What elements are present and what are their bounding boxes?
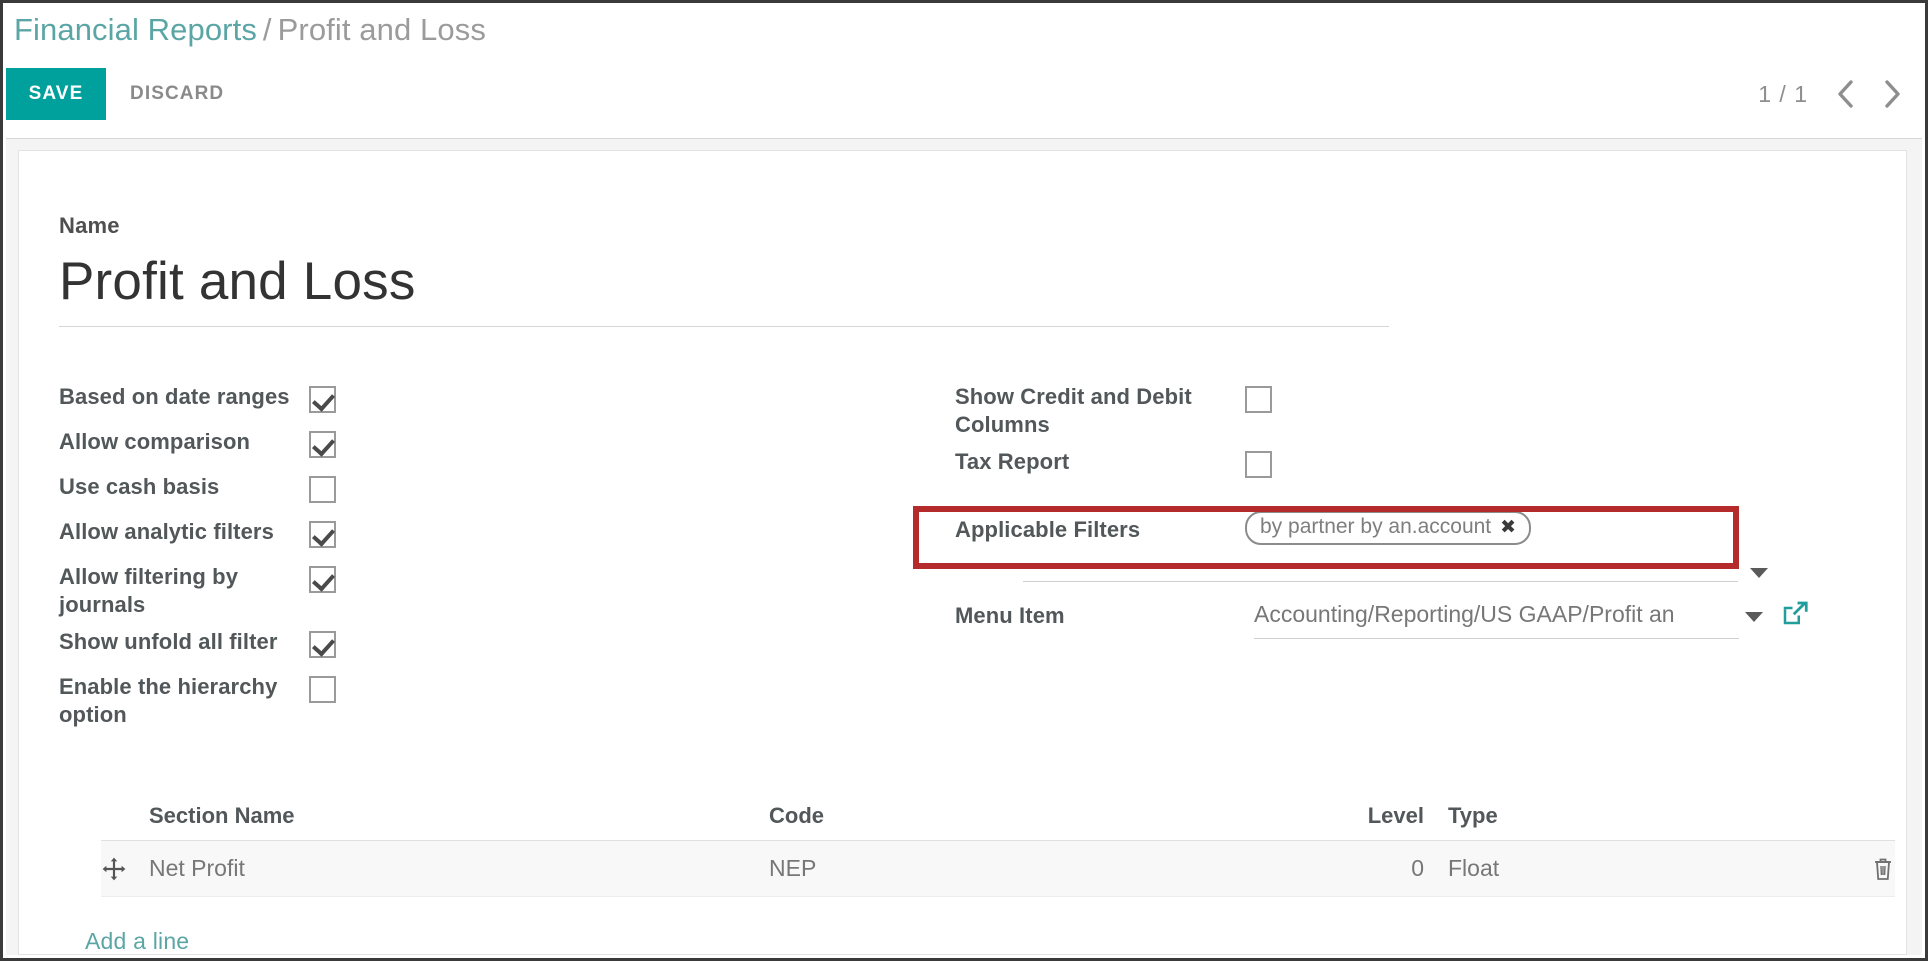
field-label: Tax Report (955, 449, 1070, 475)
checkbox-based-on-date-ranges[interactable] (309, 386, 336, 413)
cell-level[interactable]: 0 (1299, 855, 1448, 882)
field-allow-comparison: Allow comparison (59, 428, 479, 464)
cell-type[interactable]: Float (1448, 855, 1825, 882)
trash-icon[interactable] (1825, 856, 1895, 882)
chevron-right-icon[interactable] (1882, 79, 1904, 109)
cell-section-name[interactable]: Net Profit (149, 855, 769, 882)
applicable-filters-underline (1023, 581, 1738, 582)
checkbox-allow-comparison[interactable] (309, 431, 336, 458)
checkbox-use-cash-basis[interactable] (309, 476, 336, 503)
pager-count: 1 / 1 (1758, 80, 1808, 107)
name-field-label: Name (59, 213, 120, 238)
field-enable-the-hierarchy-option: Enable the hierarchy option (59, 673, 479, 729)
checkbox-enable-the-hierarchy-option[interactable] (309, 676, 336, 704)
sections-table: Section Name Code Level Type Net Profit … (101, 803, 1895, 897)
cell-code[interactable]: NEP (769, 855, 1299, 882)
checkbox-show-credit-and-debit-columns[interactable] (1245, 386, 1272, 413)
header-code: Code (769, 803, 824, 828)
checkbox-allow-analytic-filters[interactable] (309, 521, 336, 548)
chevron-left-icon[interactable] (1834, 79, 1856, 109)
field-label: Use cash basis (59, 474, 220, 499)
filter-tag-label: by partner by an.account (1260, 515, 1492, 538)
table-header-row: Section Name Code Level Type (101, 803, 1895, 841)
field-label: Enable the hierarchy option (59, 674, 278, 728)
discard-button[interactable]: DISCARD (124, 68, 230, 120)
checkbox-tax-report[interactable] (1245, 451, 1272, 479)
pager: 1 / 1 (1758, 68, 1904, 120)
field-show-unfold-all-filter: Show unfold all filter (59, 628, 479, 664)
options-left-column: Based on date ranges Allow comparison Us… (59, 383, 479, 739)
applicable-filters-input[interactable]: by partner by an.account ✖ (1245, 511, 1745, 545)
field-label: Show unfold all filter (59, 629, 278, 655)
close-icon[interactable]: ✖ (1500, 516, 1516, 539)
breadcrumb: Financial Reports / Profit and Loss (14, 12, 486, 48)
checkbox-show-unfold-all-filter[interactable] (309, 631, 336, 659)
table-row[interactable]: Net Profit NEP 0 Float (101, 841, 1895, 897)
field-label: Allow filtering by journals (59, 564, 239, 618)
field-allow-analytic-filters: Allow analytic filters (59, 518, 479, 554)
field-label: Based on date ranges (59, 384, 290, 409)
field-based-on-date-ranges: Based on date ranges (59, 383, 479, 419)
breadcrumb-parent-link[interactable]: Financial Reports (14, 12, 257, 47)
drag-move-icon[interactable] (101, 856, 149, 882)
app-window: Financial Reports / Profit and Loss SAVE D… (0, 0, 1928, 961)
field-tax-report: Tax Report (955, 448, 1775, 484)
options-right-column: Show Credit and Debit Columns Tax Report (955, 383, 1775, 493)
caret-down-icon[interactable] (1745, 612, 1763, 622)
field-label: Allow analytic filters (59, 519, 274, 544)
field-allow-filtering-by-journals: Allow filtering by journals (59, 563, 479, 619)
menu-item-select[interactable]: Accounting/Reporting/US GAAP/Profit an (1254, 601, 1739, 639)
header-level: Level (1367, 803, 1424, 828)
external-link-icon[interactable] (1780, 598, 1810, 628)
checkbox-allow-filtering-by-journals[interactable] (309, 566, 336, 593)
save-button[interactable]: SAVE (6, 68, 106, 120)
caret-down-icon[interactable] (1750, 568, 1768, 578)
header-section-name: Section Name (149, 803, 295, 828)
field-label: Allow comparison (59, 429, 251, 454)
field-show-credit-and-debit-columns: Show Credit and Debit Columns (955, 383, 1775, 439)
field-applicable-filters: Applicable Filters by partner by an.acco… (955, 511, 1775, 545)
header-type: Type (1448, 803, 1498, 828)
breadcrumb-separator: / (262, 12, 272, 47)
field-use-cash-basis: Use cash basis (59, 473, 479, 509)
filter-tag[interactable]: by partner by an.account ✖ (1245, 511, 1532, 545)
add-a-line-button[interactable]: Add a line (85, 928, 189, 955)
field-label: Show Credit and Debit Columns (955, 384, 1192, 438)
name-input[interactable]: Profit and Loss (59, 251, 1389, 327)
menu-item-label: Menu Item (955, 603, 1065, 628)
breadcrumb-current: Profit and Loss (277, 12, 486, 47)
applicable-filters-label: Applicable Filters (955, 517, 1141, 542)
control-panel: Financial Reports / Profit and Loss SAVE D… (6, 6, 1922, 139)
